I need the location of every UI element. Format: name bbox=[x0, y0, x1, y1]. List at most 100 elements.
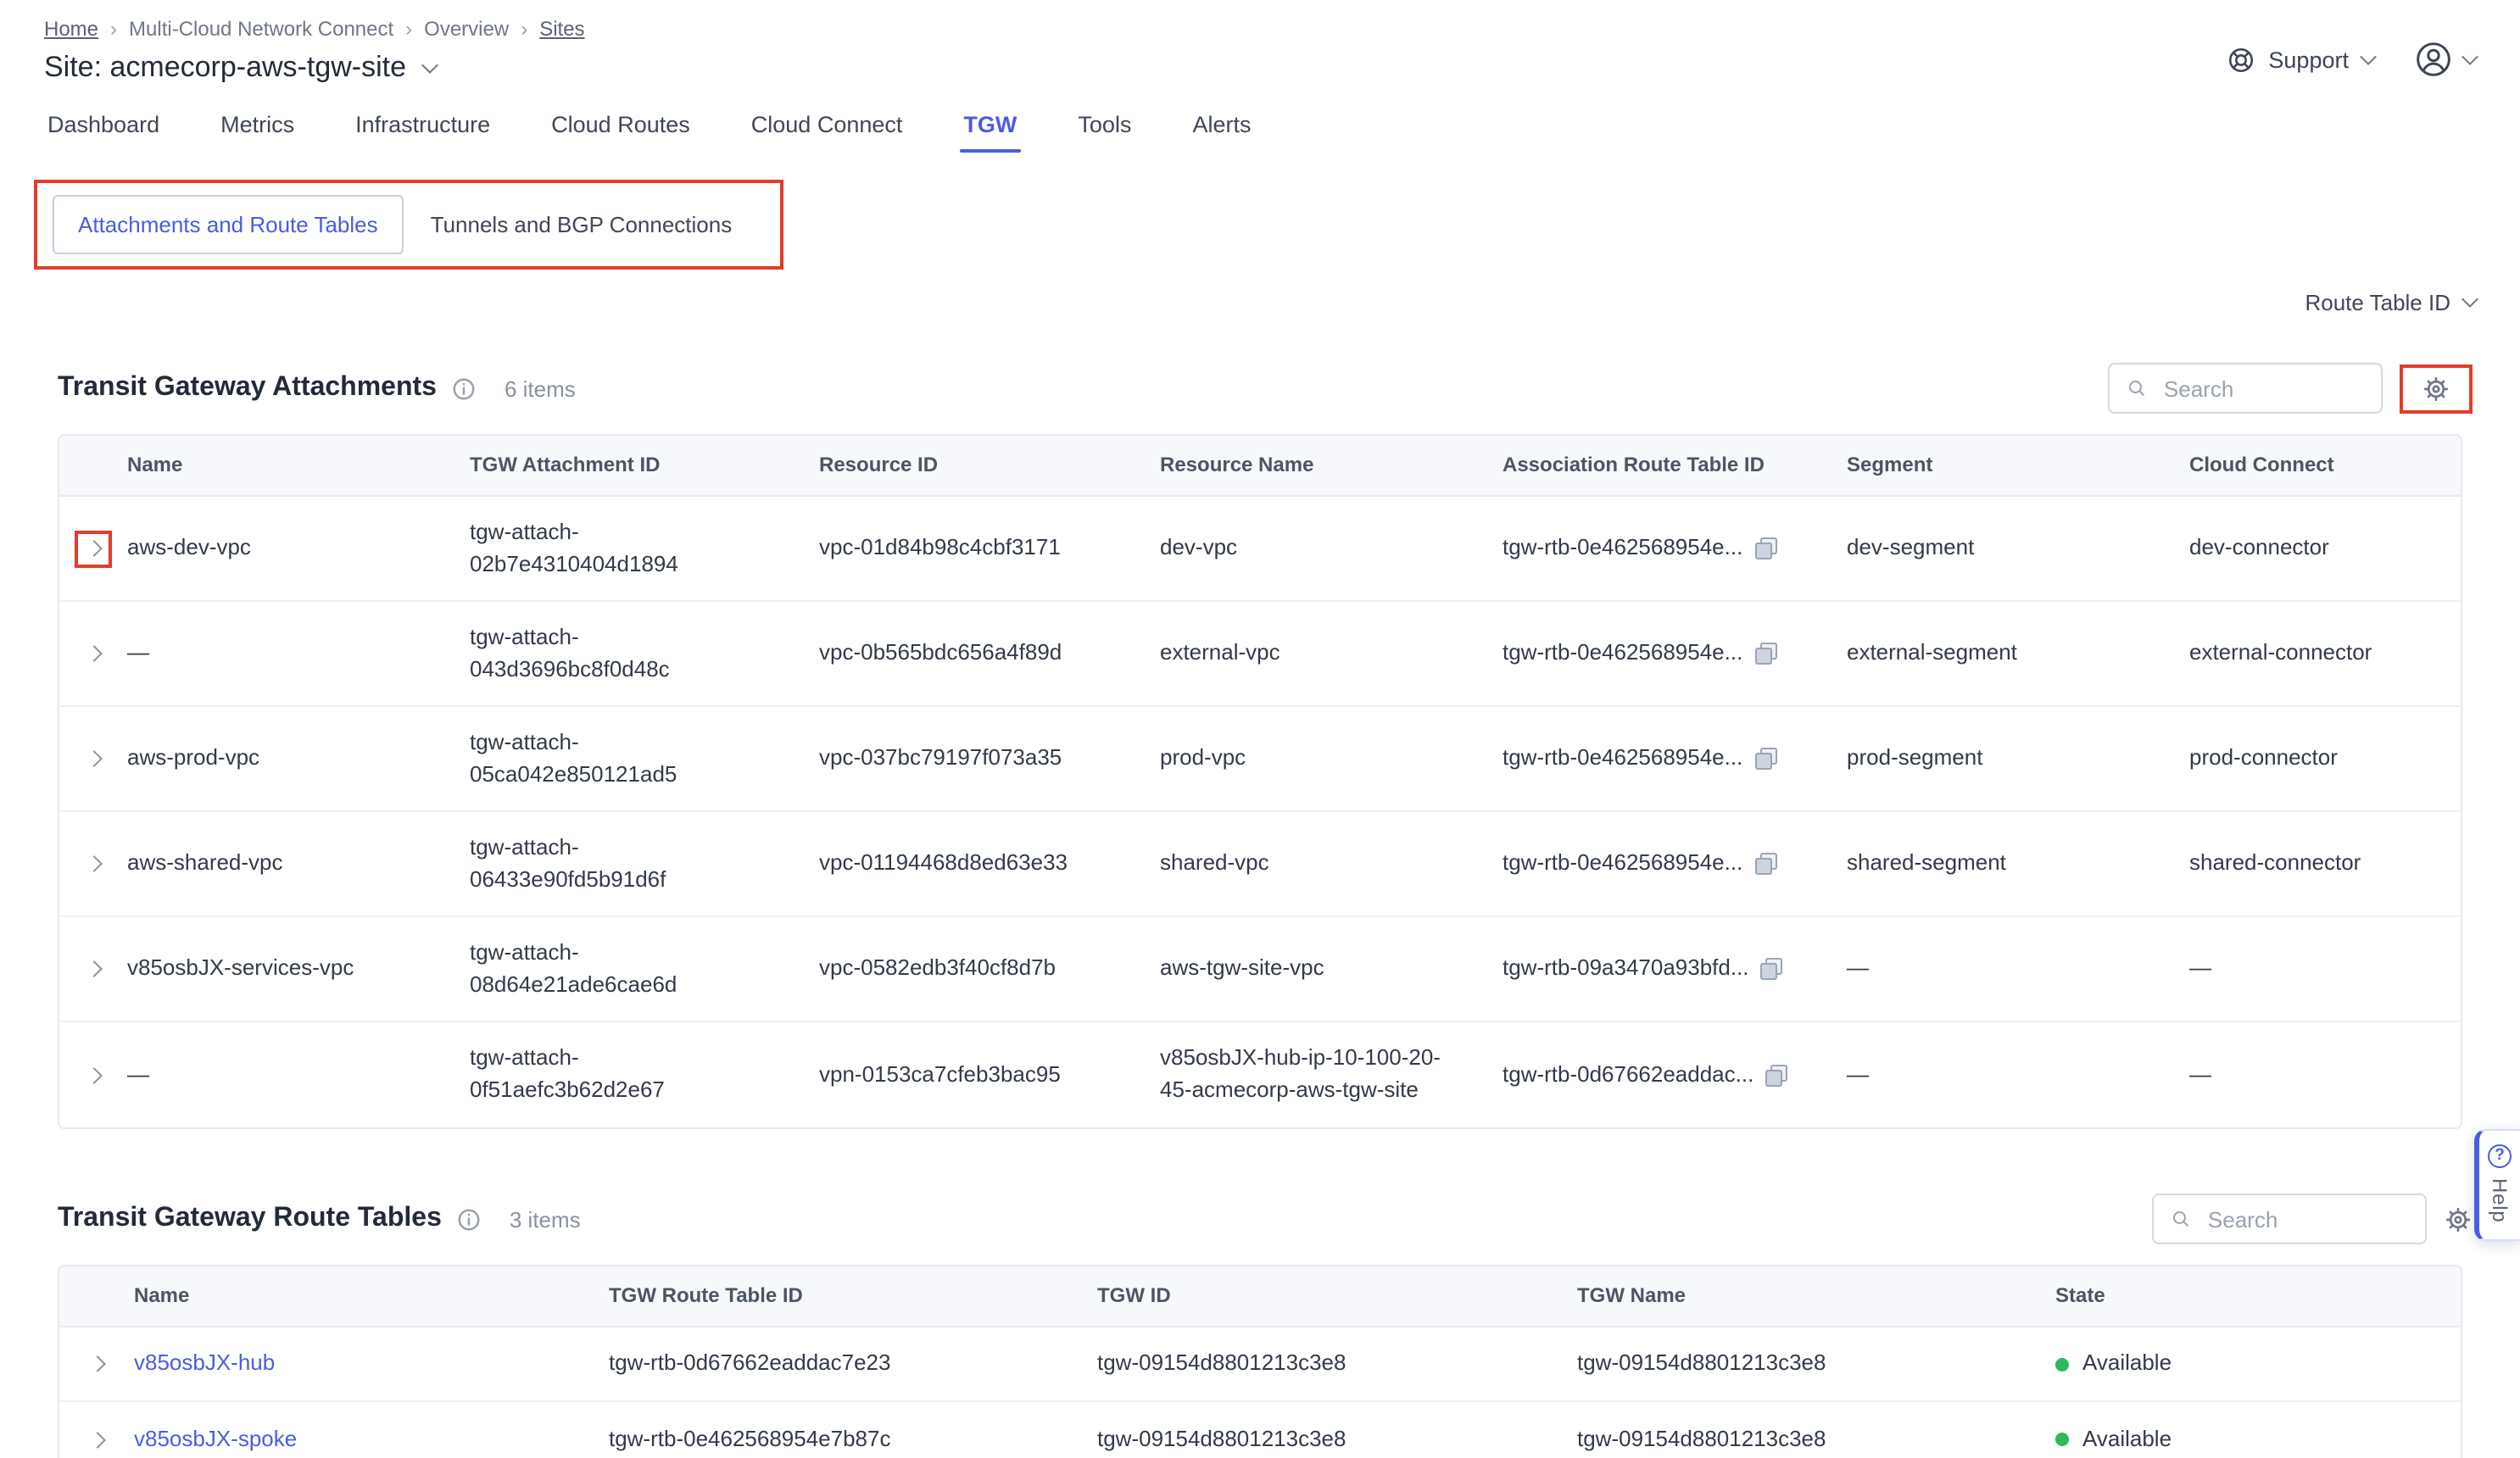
table-row: v85osbJX-spoke tgw-rtb-0e462568954e7b87c… bbox=[59, 1402, 2461, 1458]
breadcrumb-multi-cloud-network-connect: Multi-Cloud Network Connect bbox=[129, 17, 393, 41]
search-box bbox=[2152, 1194, 2427, 1244]
cell-association-route-table-id: tgw-rtb-0e462568954e... bbox=[1503, 848, 1742, 880]
cell-resource-name: aws-tgw-site-vpc bbox=[1160, 953, 1503, 985]
cell-name: — bbox=[127, 637, 470, 670]
cell-state: Available bbox=[2082, 1423, 2172, 1455]
tab-dashboard[interactable]: Dashboard bbox=[47, 112, 159, 153]
tab-cloud-connect[interactable]: Cloud Connect bbox=[751, 112, 903, 153]
breadcrumb-separator: › bbox=[110, 17, 117, 41]
app-window: Home › Multi-Cloud Network Connect › Ove… bbox=[0, 0, 2520, 1458]
status-dot bbox=[2055, 1433, 2069, 1446]
col-resource-id: Resource ID bbox=[819, 451, 1160, 481]
subtab-attachments-route-tables[interactable]: Attachments and Route Tables bbox=[53, 195, 404, 254]
cell-resource-id: vpc-0582edb3f40cf8d7b bbox=[819, 953, 1160, 985]
tab-cloud-routes[interactable]: Cloud Routes bbox=[551, 112, 690, 153]
copy-icon[interactable] bbox=[1754, 643, 1776, 665]
cell-segment: — bbox=[1847, 953, 2189, 985]
route-tables-settings-gear-icon[interactable] bbox=[2444, 1205, 2473, 1233]
cell-name: — bbox=[127, 1059, 470, 1091]
cell-resource-id: vpc-01d84b98c4cbf3171 bbox=[819, 532, 1160, 565]
cell-attachment-id: tgw-attach-0f51aefc3b62d2e67 bbox=[470, 1043, 699, 1106]
cell-resource-name: v85osbJX-hub-ip-10-100-20-45-acmecorp-aw… bbox=[1160, 1043, 1503, 1106]
route-tables-search-input[interactable] bbox=[2205, 1205, 2408, 1233]
route-tables-item-count: 3 items bbox=[510, 1206, 581, 1232]
cell-attachment-id: tgw-attach-08d64e21ade6cae6d bbox=[470, 937, 699, 1000]
route-table-link[interactable]: v85osbJX-spoke bbox=[134, 1425, 297, 1450]
tab-tools[interactable]: Tools bbox=[1078, 112, 1131, 153]
cell-resource-name: shared-vpc bbox=[1160, 848, 1503, 880]
subtab-tunnels-bgp-connections[interactable]: Tunnels and BGP Connections bbox=[404, 197, 760, 253]
row-expand-icon[interactable] bbox=[88, 1431, 105, 1448]
copy-icon[interactable] bbox=[1754, 748, 1776, 770]
tgw-route-tables-header: Transit Gateway Route Tables 3 items bbox=[44, 1173, 2476, 1265]
cell-segment: prod-segment bbox=[1847, 743, 2189, 775]
page-title-row: Site: acmecorp-aws-tgw-site bbox=[44, 51, 585, 85]
row-expand-icon[interactable] bbox=[85, 855, 102, 872]
breadcrumb-sites[interactable]: Sites bbox=[539, 17, 584, 41]
route-table-id-chevron-down-icon[interactable] bbox=[2461, 291, 2478, 308]
cell-resource-id: vpc-037bc79197f073a35 bbox=[819, 743, 1160, 775]
search-icon bbox=[2127, 376, 2147, 400]
top-bar-right: Support bbox=[2226, 17, 2476, 85]
tab-alerts[interactable]: Alerts bbox=[1192, 112, 1251, 153]
info-icon[interactable] bbox=[457, 1206, 482, 1232]
support-lifebuoy-icon bbox=[2226, 45, 2255, 74]
table-row: — tgw-attach-0f51aefc3b62d2e67 vpn-0153c… bbox=[59, 1022, 2461, 1127]
breadcrumb-separator: › bbox=[405, 17, 412, 41]
col-resource-name: Resource Name bbox=[1160, 451, 1503, 481]
cell-name: aws-shared-vpc bbox=[127, 848, 470, 880]
title-chevron-down-icon[interactable] bbox=[421, 56, 438, 73]
row-expand-icon[interactable] bbox=[85, 540, 102, 557]
cell-cloud-connect: — bbox=[2189, 953, 2461, 985]
breadcrumb-home[interactable]: Home bbox=[44, 17, 98, 41]
tgw-route-tables-section: Transit Gateway Route Tables 3 items bbox=[44, 1173, 2476, 1458]
info-icon[interactable] bbox=[452, 376, 477, 401]
col-association-route-table-id: Association Route Table ID bbox=[1503, 451, 1847, 481]
table-header-row: Name TGW Attachment ID Resource ID Resou… bbox=[59, 436, 2461, 497]
main-tab-bar: Dashboard Metrics Infrastructure Cloud R… bbox=[47, 112, 2476, 153]
help-question-icon: ? bbox=[2488, 1144, 2512, 1168]
cell-segment: shared-segment bbox=[1847, 848, 2189, 880]
attachments-settings-gear-icon[interactable] bbox=[2422, 374, 2450, 403]
attachments-search-input[interactable] bbox=[2160, 374, 2364, 403]
row-expand-icon[interactable] bbox=[85, 645, 102, 662]
breadcrumb: Home › Multi-Cloud Network Connect › Ove… bbox=[44, 17, 585, 41]
cell-attachment-id: tgw-attach-043d3696bc8f0d48c bbox=[470, 621, 699, 685]
cell-tgw-id: tgw-09154d8801213c3e8 bbox=[1097, 1423, 1577, 1455]
copy-icon[interactable] bbox=[1761, 958, 1783, 980]
annotation-box-subtabs: Attachments and Route Tables Tunnels and… bbox=[34, 180, 783, 270]
tab-infrastructure[interactable]: Infrastructure bbox=[355, 112, 490, 153]
cell-segment: dev-segment bbox=[1847, 532, 2189, 565]
route-table-id-filter[interactable]: Route Table ID bbox=[2305, 290, 2450, 315]
row-expand-icon[interactable] bbox=[85, 750, 102, 767]
table-row: aws-shared-vpc tgw-attach-06433e90fd5b91… bbox=[59, 812, 2461, 917]
support-menu[interactable]: Support bbox=[2226, 45, 2374, 74]
cell-cloud-connect: dev-connector bbox=[2189, 532, 2461, 565]
cell-association-route-table-id: tgw-rtb-0d67662eaddac... bbox=[1503, 1059, 1753, 1091]
table-row: — tgw-attach-043d3696bc8f0d48c vpc-0b565… bbox=[59, 602, 2461, 707]
page-title: Site: acmecorp-aws-tgw-site bbox=[44, 51, 406, 85]
cell-cloud-connect: external-connector bbox=[2189, 637, 2461, 670]
user-avatar-icon bbox=[2415, 41, 2452, 78]
top-bar-left: Home › Multi-Cloud Network Connect › Ove… bbox=[44, 17, 585, 85]
copy-icon[interactable] bbox=[1765, 1064, 1787, 1086]
route-table-link[interactable]: v85osbJX-hub bbox=[134, 1349, 275, 1375]
tgw-attachments-header: Transit Gateway Attachments 6 items bbox=[44, 342, 2476, 434]
copy-icon[interactable] bbox=[1754, 537, 1776, 559]
cell-resource-name: dev-vpc bbox=[1160, 532, 1503, 565]
help-tab[interactable]: ? Help bbox=[2474, 1129, 2520, 1242]
route-tables-controls bbox=[2152, 1194, 2473, 1244]
search-icon bbox=[2171, 1207, 2191, 1231]
row-expand-icon[interactable] bbox=[85, 960, 102, 977]
search-box bbox=[2108, 363, 2383, 414]
row-expand-icon[interactable] bbox=[85, 1066, 102, 1083]
tab-metrics[interactable]: Metrics bbox=[220, 112, 294, 153]
status-dot bbox=[2055, 1357, 2069, 1371]
tab-tgw[interactable]: TGW bbox=[963, 112, 1017, 153]
cell-tgw-name: tgw-09154d8801213c3e8 bbox=[1577, 1423, 2055, 1455]
cell-resource-id: vpc-01194468d8ed63e33 bbox=[819, 848, 1160, 880]
cell-route-table-id: tgw-rtb-0d67662eaddac7e23 bbox=[609, 1348, 1097, 1380]
user-menu[interactable] bbox=[2415, 41, 2476, 78]
copy-icon[interactable] bbox=[1754, 853, 1776, 875]
row-expand-icon[interactable] bbox=[88, 1355, 105, 1372]
